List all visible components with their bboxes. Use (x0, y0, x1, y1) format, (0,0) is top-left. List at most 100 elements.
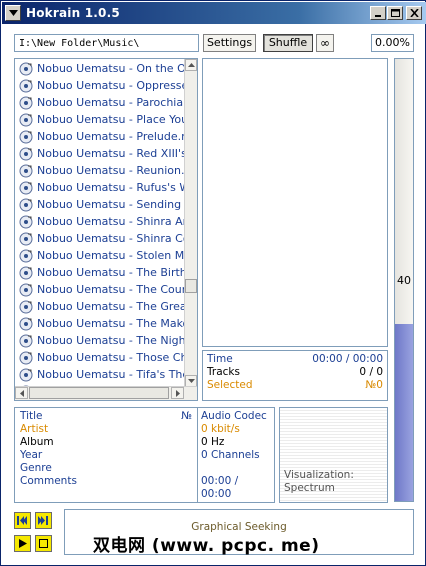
playlist-item-label: Nobuo Uematsu - Stolen Mate (37, 249, 184, 262)
playlist-item-label: Nobuo Uematsu - Prelude.mp (37, 130, 184, 143)
playlist-item[interactable]: Nobuo Uematsu - Those Chos (16, 349, 184, 366)
app-window: Hokrain 1.0.5 Settings Shuffle ∞ 0.00% N… (0, 0, 426, 566)
previous-button[interactable] (14, 512, 31, 529)
visualization-title: Visualization: (284, 469, 354, 481)
progress-percent: 0.00% (371, 34, 414, 52)
scroll-left-button[interactable] (15, 387, 28, 399)
minimize-icon (374, 15, 381, 17)
year-label: Year (20, 449, 43, 461)
visualization-panel[interactable]: Visualization: Spectrum (279, 407, 388, 503)
audio-file-icon (19, 113, 33, 126)
tracks-value: 0 / 0 (359, 366, 383, 378)
next-button[interactable] (35, 512, 52, 529)
audio-file-icon (19, 96, 33, 109)
comments-label: Comments (20, 475, 77, 487)
codec-panel: Audio Codec 0 kbit/s 0 Hz 0 Channels 00:… (198, 407, 275, 503)
audio-file-icon (19, 79, 33, 92)
playlist-item[interactable]: Nobuo Uematsu - The Mako C (16, 315, 184, 332)
playlist-horizontal-scrollbar[interactable] (15, 386, 197, 400)
duration-value: 00:00 / 00:00 (201, 475, 239, 500)
settings-button[interactable]: Settings (203, 34, 256, 52)
playlist-item[interactable]: Nobuo Uematsu - The Great N (16, 298, 184, 315)
playlist-item[interactable]: Nobuo Uematsu - Prelude.mp (16, 128, 184, 145)
previous-icon (17, 516, 27, 525)
playlist-item[interactable]: Nobuo Uematsu - Red XIII's T (16, 145, 184, 162)
repeat-button[interactable]: ∞ (316, 34, 334, 52)
playlist-item[interactable]: Nobuo Uematsu - Reunion.mp (16, 162, 184, 179)
codec-header: Audio Codec (201, 410, 267, 422)
playlist-item[interactable]: Nobuo Uematsu - On the Oth (16, 60, 184, 77)
audio-file-icon (19, 334, 33, 347)
playlist-item-label: Nobuo Uematsu - The Great N (37, 300, 184, 313)
playlist-vertical-scrollbar[interactable] (184, 59, 197, 387)
visualization-label: Visualization: Spectrum (284, 469, 354, 495)
scroll-right-button[interactable] (171, 387, 184, 399)
playlist-item[interactable]: Nobuo Uematsu - Shinra Com (16, 230, 184, 247)
audio-file-icon (19, 368, 33, 381)
track-number-label: № (181, 410, 192, 422)
playlist-item-label: Nobuo Uematsu - The Countc (37, 283, 184, 296)
playlist-item-label: Nobuo Uematsu - Parochial To (37, 96, 184, 109)
playlist-item[interactable]: Nobuo Uematsu - Oppressed (16, 77, 184, 94)
play-icon (18, 539, 27, 548)
artist-label: Artist (20, 423, 49, 435)
close-button[interactable] (406, 6, 422, 20)
playlist-item-label: Nobuo Uematsu - Tifa's Them (37, 368, 184, 381)
track-info-panel: Title № Artist Album Year Genre Comments (14, 407, 198, 503)
audio-file-icon (19, 249, 33, 262)
music-folder-path-input[interactable] (14, 34, 199, 52)
playlist-item-label: Nobuo Uematsu - The Nightm (37, 334, 184, 347)
audio-file-icon (19, 317, 33, 330)
playlist-item[interactable]: Nobuo Uematsu - Sending a D (16, 196, 184, 213)
playback-controls (14, 510, 56, 554)
playlist-item[interactable]: Nobuo Uematsu - Place Your I (16, 111, 184, 128)
audio-file-icon (19, 266, 33, 279)
title-label: Title (20, 410, 43, 422)
stop-icon (39, 539, 48, 548)
title-bar[interactable]: Hokrain 1.0.5 (2, 2, 426, 24)
playlist-item[interactable]: Nobuo Uematsu - Shinra Army (16, 213, 184, 230)
next-icon (38, 516, 48, 525)
playlist-item[interactable]: Nobuo Uematsu - The Nightm (16, 332, 184, 349)
scroll-up-button[interactable] (185, 59, 197, 71)
playlist-item[interactable]: Nobuo Uematsu - The Birth of (16, 264, 184, 281)
watermark-text: 双电网 (www. pcpc. me) (93, 536, 320, 556)
audio-file-icon (19, 181, 33, 194)
maximize-icon (390, 9, 400, 17)
horizontal-scroll-thumb[interactable] (29, 387, 169, 399)
minimize-button[interactable] (370, 6, 386, 20)
playlist-item[interactable]: Nobuo Uematsu - Tifa's Them (16, 366, 184, 383)
playlist-item-label: Nobuo Uematsu - Shinra Com (37, 232, 184, 245)
play-button[interactable] (14, 535, 31, 552)
playlist-item-label: Nobuo Uematsu - Sending a D (37, 198, 184, 211)
playlist-item-label: Nobuo Uematsu - Those Chos (37, 351, 184, 364)
stop-button[interactable] (35, 535, 52, 552)
playlist-item-label: Nobuo Uematsu - Place Your I (37, 113, 184, 126)
playlist[interactable]: Nobuo Uematsu - On the Oth Nobuo Uematsu … (14, 58, 198, 401)
audio-file-icon (19, 283, 33, 296)
audio-file-icon (19, 130, 33, 143)
system-menu-icon[interactable] (5, 5, 21, 21)
volume-slider[interactable]: 40 (394, 58, 414, 502)
playlist-item[interactable]: Nobuo Uematsu - The Countc (16, 281, 184, 298)
selected-value: №0 (365, 379, 383, 391)
audio-file-icon (19, 147, 33, 160)
playlist-items: Nobuo Uematsu - On the Oth Nobuo Uematsu … (16, 60, 184, 386)
playlist-item[interactable]: Nobuo Uematsu - Rufus's We (16, 179, 184, 196)
tracks-label: Tracks (207, 366, 240, 378)
volume-fill (395, 324, 413, 501)
playlist-item[interactable]: Nobuo Uematsu - Parochial To (16, 94, 184, 111)
playlist-item-label: Nobuo Uematsu - On the Oth (37, 62, 184, 75)
close-icon (409, 9, 419, 17)
maximize-button[interactable] (387, 6, 403, 20)
time-value: 00:00 / 00:00 (312, 353, 383, 365)
album-art-area (202, 58, 388, 347)
shuffle-button[interactable]: Shuffle (263, 34, 313, 52)
status-panel: Time 00:00 / 00:00 Tracks 0 / 0 Selected… (202, 350, 388, 401)
scroll-thumb[interactable] (185, 279, 197, 293)
playlist-item[interactable]: Nobuo Uematsu - Stolen Mate (16, 247, 184, 264)
playlist-item-label: Nobuo Uematsu - Oppressed (37, 79, 184, 92)
audio-file-icon (19, 164, 33, 177)
audio-file-icon (19, 232, 33, 245)
volume-level: 40 (397, 274, 411, 287)
